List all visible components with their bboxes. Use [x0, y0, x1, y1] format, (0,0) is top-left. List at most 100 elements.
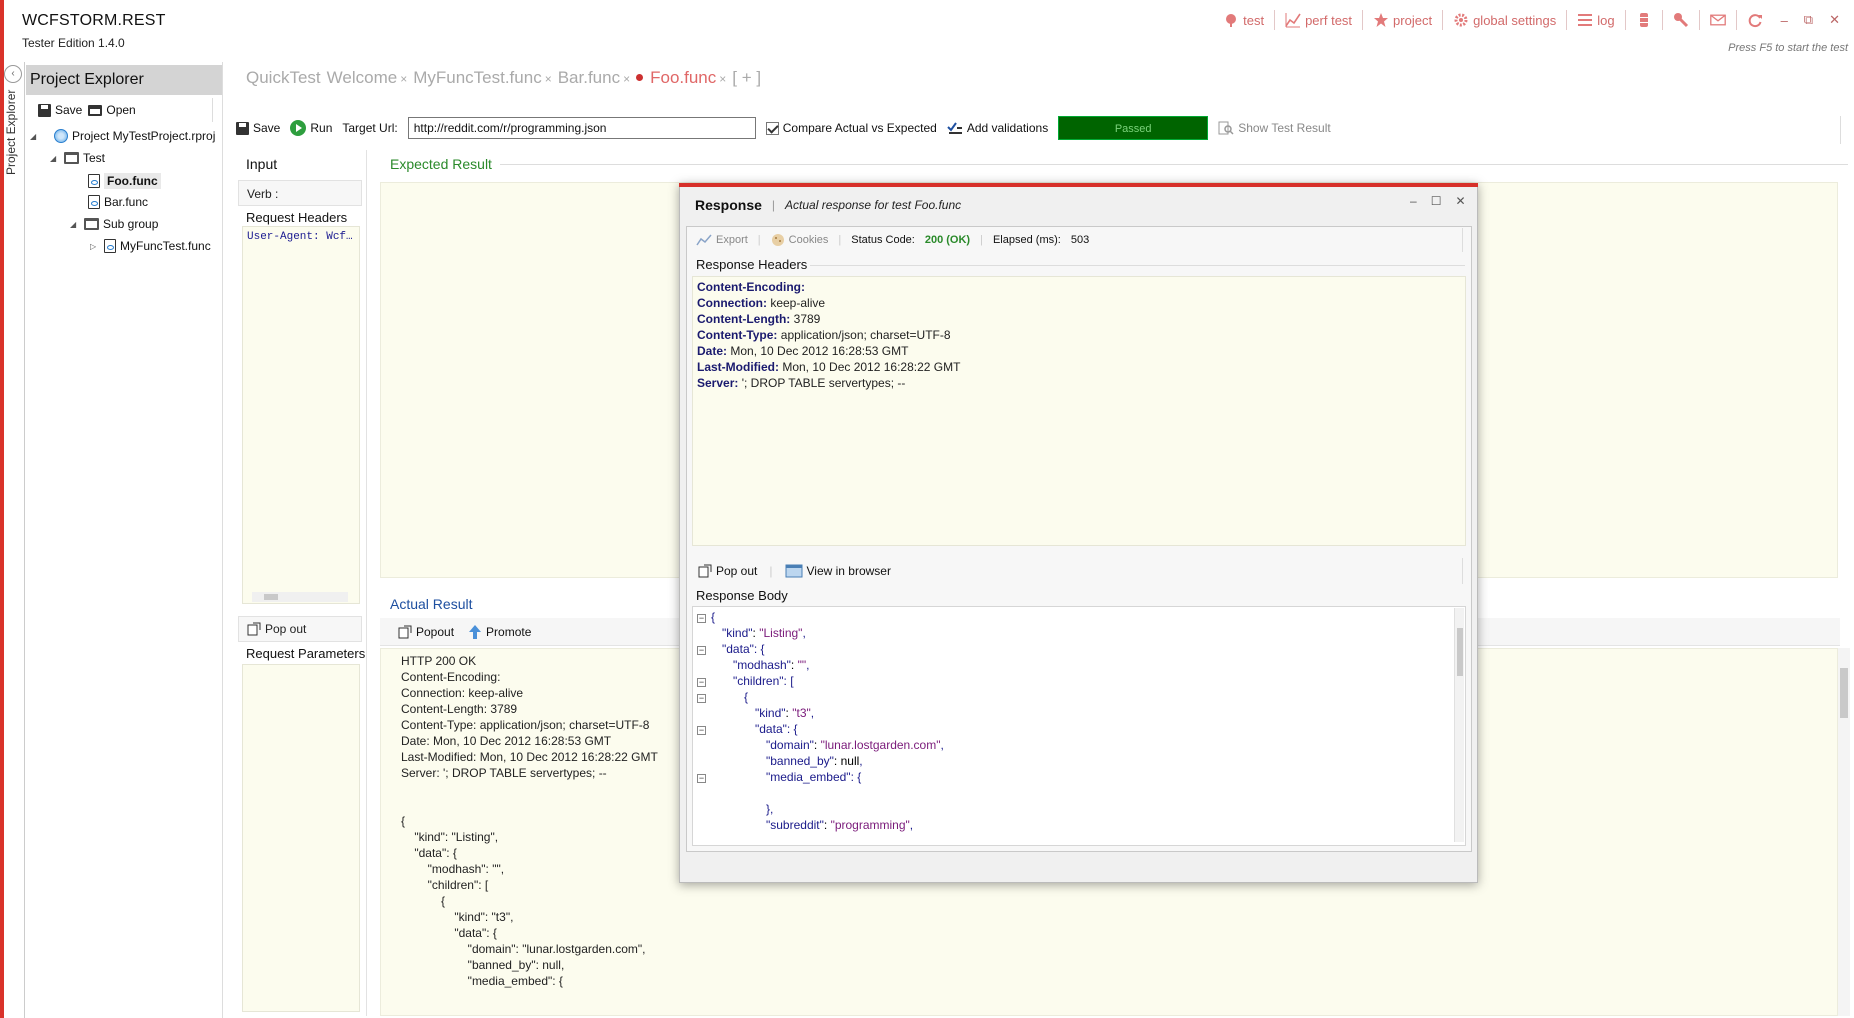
response-header-name: Content-Encoding: — [697, 280, 805, 294]
tree-test-label: Test — [83, 151, 106, 165]
dialog-window-controls: – ☐ ✕ — [1410, 194, 1466, 208]
minimize-button[interactable]: – — [1773, 13, 1796, 28]
response-headers-viewer[interactable]: Content-Encoding: Connection: keep-alive C… — [692, 276, 1466, 546]
nav-tools[interactable] — [1663, 10, 1700, 30]
add-validations-button[interactable]: Add validations — [947, 121, 1048, 135]
request-parameters-editor[interactable] — [242, 664, 360, 1012]
expected-result-title: Expected Result — [390, 156, 492, 172]
json-punct: , — [802, 626, 806, 640]
fold-toggle-icon[interactable]: − — [697, 774, 706, 783]
chart-icon — [1285, 13, 1301, 28]
nav-global-settings[interactable]: global settings — [1443, 10, 1568, 30]
dialog-subtitle: Actual response for test Foo.func — [785, 198, 962, 212]
close-tab-icon[interactable]: × — [623, 72, 630, 86]
json-line: "kind": "Listing", — [697, 625, 1465, 641]
json-line-text: "children": [ — [711, 673, 794, 689]
close-window-button[interactable]: ✕ — [1821, 12, 1848, 28]
verb-selector[interactable]: Verb : — [238, 180, 362, 206]
save-button[interactable]: Save — [236, 121, 280, 135]
request-headers-hscroll[interactable] — [252, 592, 348, 602]
popout-icon — [247, 622, 261, 636]
target-url-input[interactable]: http://reddit.com/r/programming.json — [407, 117, 756, 139]
export-chart-icon — [696, 234, 712, 246]
vertical-tab-project-explorer[interactable]: Project Explorer — [4, 90, 18, 175]
actual-vscroll[interactable] — [1838, 648, 1850, 1016]
tree-item-bar[interactable]: Bar.func — [88, 195, 148, 209]
dialog-maximize-button[interactable]: ☐ — [1431, 194, 1442, 208]
expand-icon[interactable]: ◢ — [30, 132, 40, 141]
request-headers-editor[interactable]: User-Agent: Wcf… — [242, 226, 360, 604]
show-test-result-button[interactable]: Show Test Result — [1218, 121, 1331, 135]
json-punct: , — [940, 738, 944, 752]
response-body-viewer[interactable]: −{"kind": "Listing", − "data": {"modhash":… — [692, 606, 1466, 846]
restore-button[interactable]: ⧉ — [1796, 12, 1821, 28]
close-tab-icon[interactable]: × — [545, 72, 552, 86]
collapse-sidebar-button[interactable]: ‹ — [4, 65, 22, 83]
dialog-minimize-button[interactable]: – — [1410, 194, 1417, 208]
response-header-value: keep-alive — [767, 296, 826, 310]
response-body-vscroll[interactable] — [1454, 608, 1464, 842]
explorer-save-button[interactable]: Save — [38, 103, 82, 117]
export-label: Export — [716, 234, 748, 246]
fold-toggle-icon[interactable]: − — [697, 694, 706, 703]
json-punct: : { — [786, 722, 798, 736]
expand-icon[interactable]: ◢ — [50, 154, 60, 163]
dialog-close-button[interactable]: ✕ — [1455, 194, 1465, 208]
nav-test[interactable]: test — [1213, 10, 1276, 30]
json-colon: : — [790, 658, 798, 672]
nav-mail[interactable] — [1700, 10, 1737, 30]
actual-popout-button[interactable]: Popout — [398, 625, 454, 639]
toolbar-overflow[interactable] — [1840, 116, 1850, 144]
export-button[interactable]: Export — [696, 234, 748, 246]
tab-myfunctest[interactable]: MyFuncTest.func × — [413, 68, 552, 88]
json-value: "Listing" — [759, 626, 803, 640]
tree-item-test[interactable]: ◢ Test — [50, 151, 105, 165]
tree-subgroup-label: Sub group — [103, 217, 159, 231]
tree-item-myfunctest[interactable]: ▷ MyFuncTest.func — [90, 239, 211, 253]
nav-perf-test[interactable]: perf test — [1275, 10, 1364, 30]
fold-toggle-icon[interactable]: − — [697, 726, 706, 735]
expand-icon[interactable]: ◢ — [70, 220, 80, 229]
explorer-toolbar-overflow[interactable] — [212, 98, 220, 122]
json-punct: }, — [766, 802, 774, 816]
tree-item-foo[interactable]: Foo.func — [88, 173, 161, 189]
body-toolbar-overflow[interactable] — [1462, 558, 1470, 584]
response-header-value: '; DROP TABLE servertypes; -- — [738, 376, 906, 390]
json-value: "lunar.lostgarden.com" — [820, 738, 941, 752]
tab-foo[interactable]: Foo.func × — [636, 68, 726, 88]
fold-toggle-icon[interactable]: − — [697, 646, 706, 655]
explorer-open-button[interactable]: Open — [88, 103, 136, 117]
func-file-icon — [88, 174, 100, 188]
fold-toggle-icon[interactable]: − — [697, 678, 706, 687]
response-header-value: application/json; charset=UTF-8 — [777, 328, 951, 342]
tree-item-project[interactable]: ◢ Project MyTestProject.rproj — [30, 129, 215, 143]
nav-project[interactable]: project — [1363, 10, 1444, 30]
tab-quicktest[interactable]: QuickTest — [246, 68, 321, 88]
tab-bar[interactable]: Bar.func × — [558, 68, 630, 88]
nav-database[interactable] — [1626, 10, 1663, 30]
run-button[interactable]: Run — [290, 120, 332, 136]
response-header-line: Server: '; DROP TABLE servertypes; -- — [697, 375, 1461, 391]
cookies-button[interactable]: Cookies — [771, 233, 828, 247]
json-key: "banned_by" — [766, 754, 834, 768]
json-line: "modhash": "", — [697, 657, 1465, 673]
nav-log[interactable]: log — [1567, 10, 1626, 30]
response-toolbar-overflow[interactable] — [1462, 228, 1470, 252]
tab-add[interactable]: [ + ] — [732, 68, 761, 88]
input-popout-button[interactable]: Pop out — [238, 616, 362, 642]
tree-item-sub-group[interactable]: ◢ Sub group — [70, 217, 158, 231]
collapse-icon[interactable]: ▷ — [90, 242, 100, 251]
project-explorer-header: Project Explorer — [26, 65, 222, 95]
promote-button[interactable]: Promote — [468, 624, 531, 640]
test-icon — [1226, 14, 1237, 27]
json-key: "kind" — [755, 706, 786, 720]
fold-toggle-icon[interactable]: − — [697, 614, 706, 623]
response-popout-button[interactable]: Pop out — [698, 564, 757, 578]
nav-refresh[interactable] — [1737, 10, 1773, 30]
compare-checkbox[interactable]: Compare Actual vs Expected — [765, 121, 937, 135]
tab-bar-label: Bar.func — [557, 68, 621, 87]
tab-welcome[interactable]: Welcome × — [327, 68, 408, 88]
close-tab-icon[interactable]: × — [400, 72, 407, 86]
close-tab-icon[interactable]: × — [719, 72, 726, 86]
view-in-browser-button[interactable]: View in browser — [785, 564, 891, 578]
